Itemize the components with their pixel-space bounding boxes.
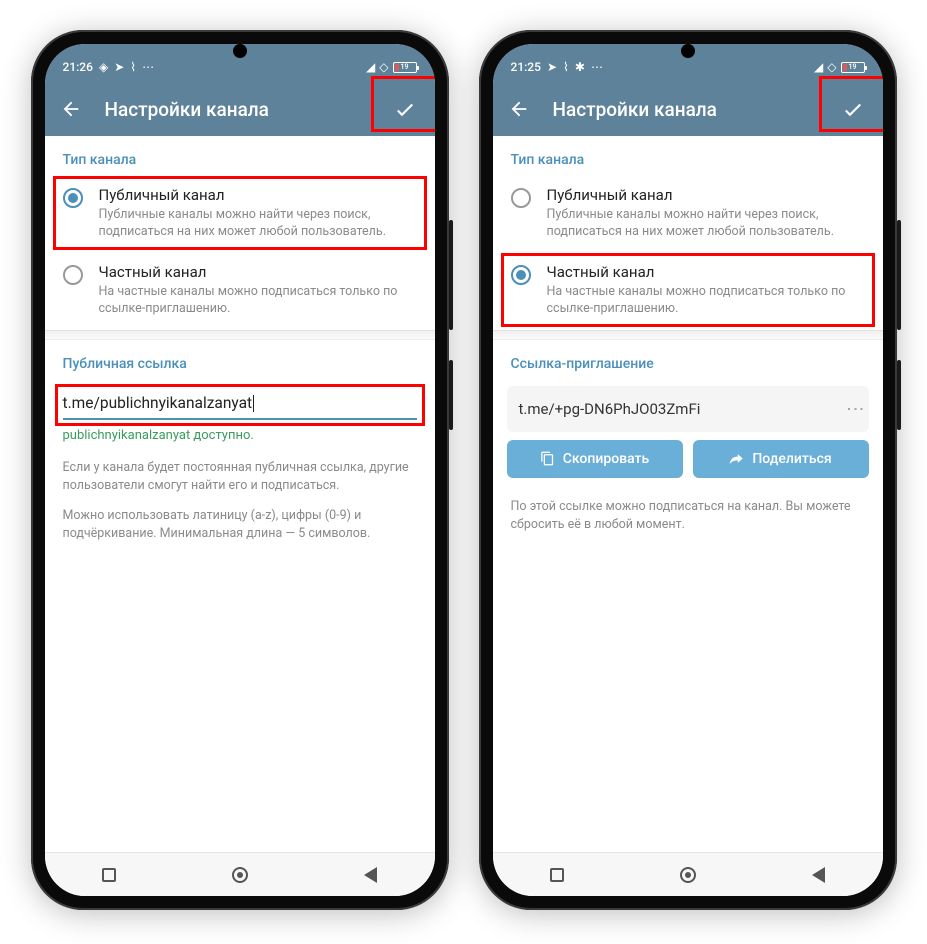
content-area: Тип канала Публичный канал Публичные кан… [45, 136, 435, 852]
section-channel-type: Тип канала [45, 136, 435, 176]
invite-link-text: t.me/+pg-DN6PhJO03ZmFi [519, 400, 701, 418]
phone-right: 21:25 ➤ ⌇ ✱ ⋯ ◢ ◇ 19 Настройки канала [479, 30, 897, 910]
radio-selected-icon [511, 265, 531, 285]
settings-mini-icon: ✱ [575, 60, 585, 74]
section-invite-link: Ссылка-приглашение [493, 340, 883, 380]
phone-left: 21:26 ◈ ➤ ⌇ ⋯ ◢ ◇ 19 Настройки канала [31, 30, 449, 910]
wifi-icon: ◇ [827, 60, 836, 74]
private-desc: На частные каналы можно подписаться толь… [99, 284, 417, 318]
nav-recent-icon[interactable] [102, 868, 116, 882]
help-text-2: Можно использовать латиницу (a-z), цифры… [45, 507, 435, 555]
public-title: Публичный канал [99, 186, 417, 204]
camera-notch [233, 44, 247, 58]
screen-right: 21:25 ➤ ⌇ ✱ ⋯ ◢ ◇ 19 Настройки канала [493, 44, 883, 896]
availability-text: publichnyikanalzanyat доступно. [45, 424, 435, 447]
page-title: Настройки канала [553, 98, 717, 121]
wifi-beam-icon: ⌇ [563, 60, 569, 74]
back-arrow-icon[interactable] [59, 97, 83, 121]
public-link-input[interactable]: t.me/publichnyikanalzanyat [63, 386, 417, 420]
section-divider [493, 330, 883, 340]
more-icon: ⋯ [591, 60, 603, 74]
page-title: Настройки канала [105, 98, 269, 121]
radio-private-channel[interactable]: Частный канал На частные каналы можно по… [45, 253, 435, 330]
copy-button[interactable]: Скопировать [507, 440, 683, 478]
content-area: Тип канала Публичный канал Публичные кан… [493, 136, 883, 852]
help-text-1: Если у канала будет постоянная публичная… [45, 447, 435, 507]
nav-recent-icon[interactable] [550, 868, 564, 882]
camera-notch [681, 44, 695, 58]
app-bar: Настройки канала [45, 82, 435, 136]
radio-unselected-icon [63, 265, 83, 285]
public-title: Публичный канал [547, 186, 865, 204]
public-desc: Публичные каналы можно найти через поиск… [547, 207, 865, 241]
screen-left: 21:26 ◈ ➤ ⌇ ⋯ ◢ ◇ 19 Настройки канала [45, 44, 435, 896]
battery-icon: 19 [393, 62, 417, 73]
section-divider [45, 330, 435, 340]
android-nav-bar [493, 852, 883, 896]
send-icon: ➤ [547, 60, 557, 74]
radio-private-channel[interactable]: Частный канал На частные каналы можно по… [493, 253, 883, 330]
nav-back-icon[interactable] [812, 867, 825, 883]
radio-public-channel[interactable]: Публичный канал Публичные каналы можно н… [45, 176, 435, 253]
more-icon: ⋯ [142, 60, 154, 74]
signal-icon: ◢ [814, 60, 823, 74]
confirm-check-icon[interactable] [841, 97, 865, 121]
more-vertical-icon[interactable]: ⋮ [853, 400, 857, 417]
section-public-link: Публичная ссылка [45, 340, 435, 380]
help-text: По этой ссылке можно подписаться на кана… [493, 486, 883, 546]
status-time: 21:25 [511, 60, 541, 74]
private-desc: На частные каналы можно подписаться толь… [547, 284, 865, 318]
radio-public-channel[interactable]: Публичный канал Публичные каналы можно н… [493, 176, 883, 253]
android-nav-bar [45, 852, 435, 896]
confirm-check-icon[interactable] [393, 97, 417, 121]
share-button[interactable]: Поделиться [693, 440, 869, 478]
signal-icon: ◢ [366, 60, 375, 74]
public-desc: Публичные каналы можно найти через поиск… [99, 207, 417, 241]
invite-link-box[interactable]: t.me/+pg-DN6PhJO03ZmFi ⋮ [507, 386, 869, 432]
wifi-beam-icon: ⌇ [130, 60, 136, 74]
nav-back-icon[interactable] [364, 867, 377, 883]
nav-home-icon[interactable] [232, 867, 248, 883]
wifi-icon: ◇ [379, 60, 388, 74]
nav-home-icon[interactable] [680, 867, 696, 883]
telegram-icon: ◈ [99, 60, 108, 74]
status-time: 21:26 [63, 60, 93, 74]
send-icon: ➤ [114, 60, 124, 74]
radio-unselected-icon [511, 188, 531, 208]
section-channel-type: Тип канала [493, 136, 883, 176]
app-bar: Настройки канала [493, 82, 883, 136]
private-title: Частный канал [99, 263, 417, 281]
radio-selected-icon [63, 188, 83, 208]
private-title: Частный канал [547, 263, 865, 281]
back-arrow-icon[interactable] [507, 97, 531, 121]
battery-icon: 19 [841, 62, 865, 73]
